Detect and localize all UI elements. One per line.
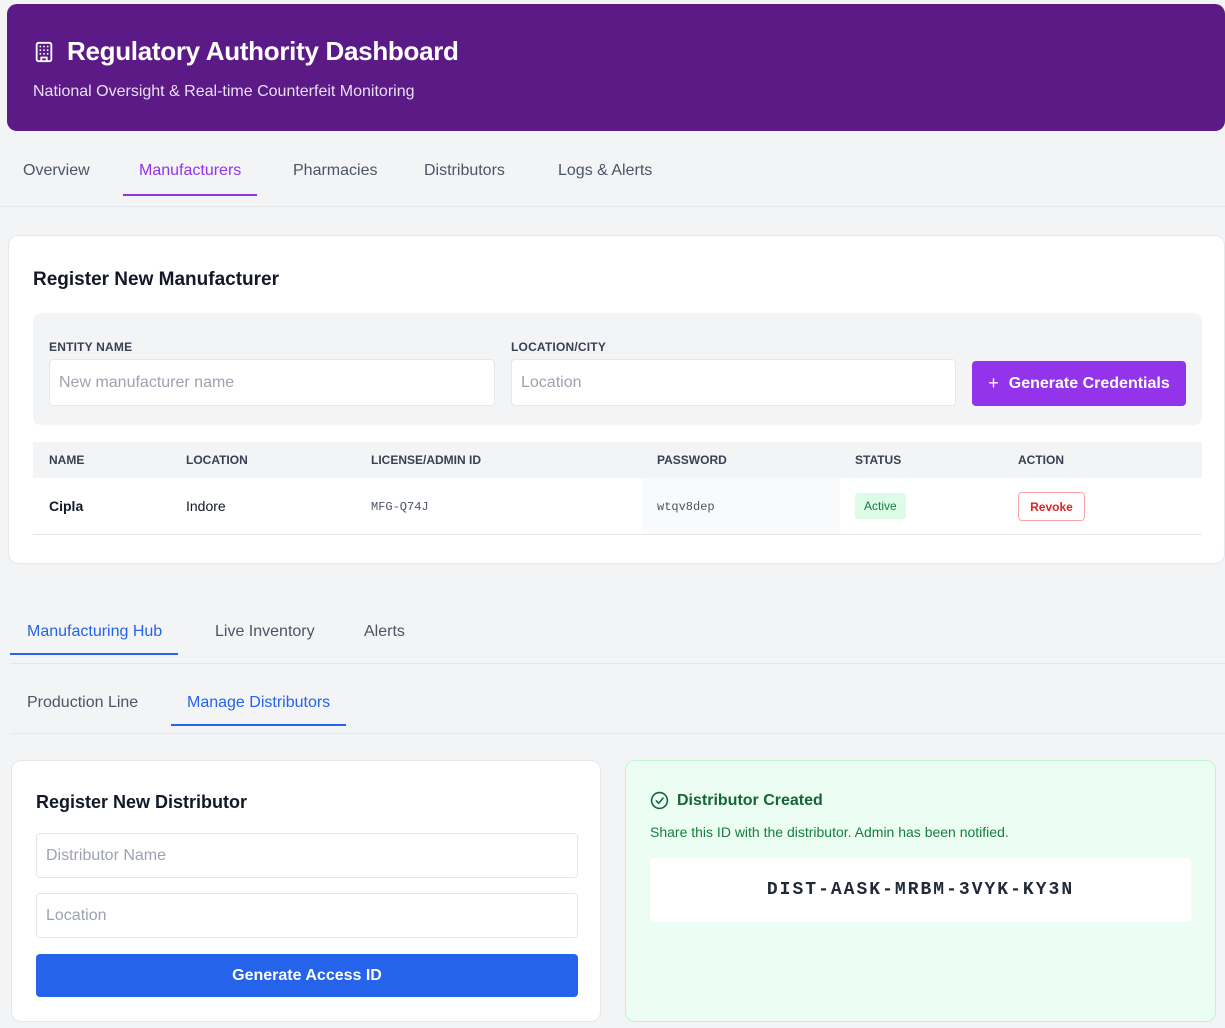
tab-alerts[interactable]: Alerts: [364, 623, 405, 653]
cell-password: wtqv8dep: [657, 500, 715, 514]
cell-location: Indore: [186, 498, 226, 514]
tab-manufacturers[interactable]: Manufacturers: [123, 162, 258, 196]
column-header-license: LICENSE/ADMIN ID: [371, 453, 482, 467]
column-header-location: LOCATION: [186, 453, 248, 467]
success-title: Distributor Created: [677, 791, 823, 809]
header-title-row: Regulatory Authority Dashboard: [33, 36, 1201, 67]
plus-icon: +: [988, 373, 999, 393]
cell-name: Cipla: [49, 498, 84, 514]
tab-live-inventory[interactable]: Live Inventory: [215, 623, 315, 653]
page-subtitle: National Oversight & Real-time Counterfe…: [33, 83, 415, 100]
generate-credentials-label: Generate Credentials: [1008, 374, 1170, 392]
distributor-created-card: Distributor Created Share this ID with t…: [625, 760, 1216, 1022]
register-distributor-title: Register New Distributor: [36, 792, 248, 812]
building-icon: [33, 41, 55, 63]
cell-license-id: MFG-Q74J: [371, 500, 429, 514]
column-header-status: STATUS: [855, 453, 902, 467]
success-description: Share this ID with the distributor. Admi…: [650, 824, 1009, 840]
generate-credentials-button[interactable]: + Generate Credentials: [972, 361, 1186, 406]
location-city-input[interactable]: [511, 359, 956, 406]
success-title-row: Distributor Created: [650, 791, 823, 810]
tab-overview[interactable]: Overview: [23, 162, 90, 194]
table-row: Cipla Indore MFG-Q74J wtqv8dep Active Re…: [33, 478, 1202, 535]
tab-production-line[interactable]: Production Line: [27, 694, 138, 724]
dashboard-header: Regulatory Authority Dashboard National …: [7, 4, 1225, 131]
entity-name-label: ENTITY NAME: [49, 340, 133, 354]
location-city-label: LOCATION/CITY: [511, 340, 607, 354]
table-header: NAME LOCATION LICENSE/ADMIN ID PASSWORD …: [33, 442, 1202, 478]
check-circle-icon: [650, 791, 669, 810]
page-title: Regulatory Authority Dashboard: [67, 36, 459, 66]
manufacturer-form: ENTITY NAME LOCATION/CITY + Generate Cre…: [33, 313, 1202, 425]
distributor-name-input[interactable]: [36, 833, 578, 878]
tab-manufacturing-hub[interactable]: Manufacturing Hub: [10, 623, 179, 655]
tab-manage-distributors[interactable]: Manage Distributors: [171, 694, 347, 726]
manufacturers-table: NAME LOCATION LICENSE/ADMIN ID PASSWORD …: [33, 442, 1202, 535]
generate-access-id-button[interactable]: Generate Access ID: [36, 954, 578, 997]
register-manufacturer-card: Register New Manufacturer ENTITY NAME LO…: [8, 235, 1225, 564]
entity-name-input[interactable]: [49, 359, 495, 406]
status-badge: Active: [855, 493, 906, 519]
register-distributor-card: Register New Distributor Generate Access…: [11, 760, 601, 1022]
hub-tabs: Manufacturing Hub Live Inventory Alerts: [10, 611, 1225, 664]
column-header-password: PASSWORD: [657, 453, 727, 467]
distributor-access-id[interactable]: DIST-AASK-MRBM-3VYK-KY3N: [650, 858, 1191, 922]
column-header-name: NAME: [49, 453, 85, 467]
distributor-location-input[interactable]: [36, 893, 578, 938]
column-header-action: ACTION: [1018, 453, 1064, 467]
tab-logs-alerts[interactable]: Logs & Alerts: [558, 162, 652, 194]
register-manufacturer-title: Register New Manufacturer: [33, 269, 280, 290]
tab-distributors[interactable]: Distributors: [424, 162, 505, 194]
tab-pharmacies[interactable]: Pharmacies: [293, 162, 377, 194]
hub-sub-tabs: Production Line Manage Distributors: [10, 683, 1225, 734]
revoke-button[interactable]: Revoke: [1018, 492, 1085, 521]
authority-tabs: Overview Manufacturers Pharmacies Distri…: [0, 150, 1225, 207]
